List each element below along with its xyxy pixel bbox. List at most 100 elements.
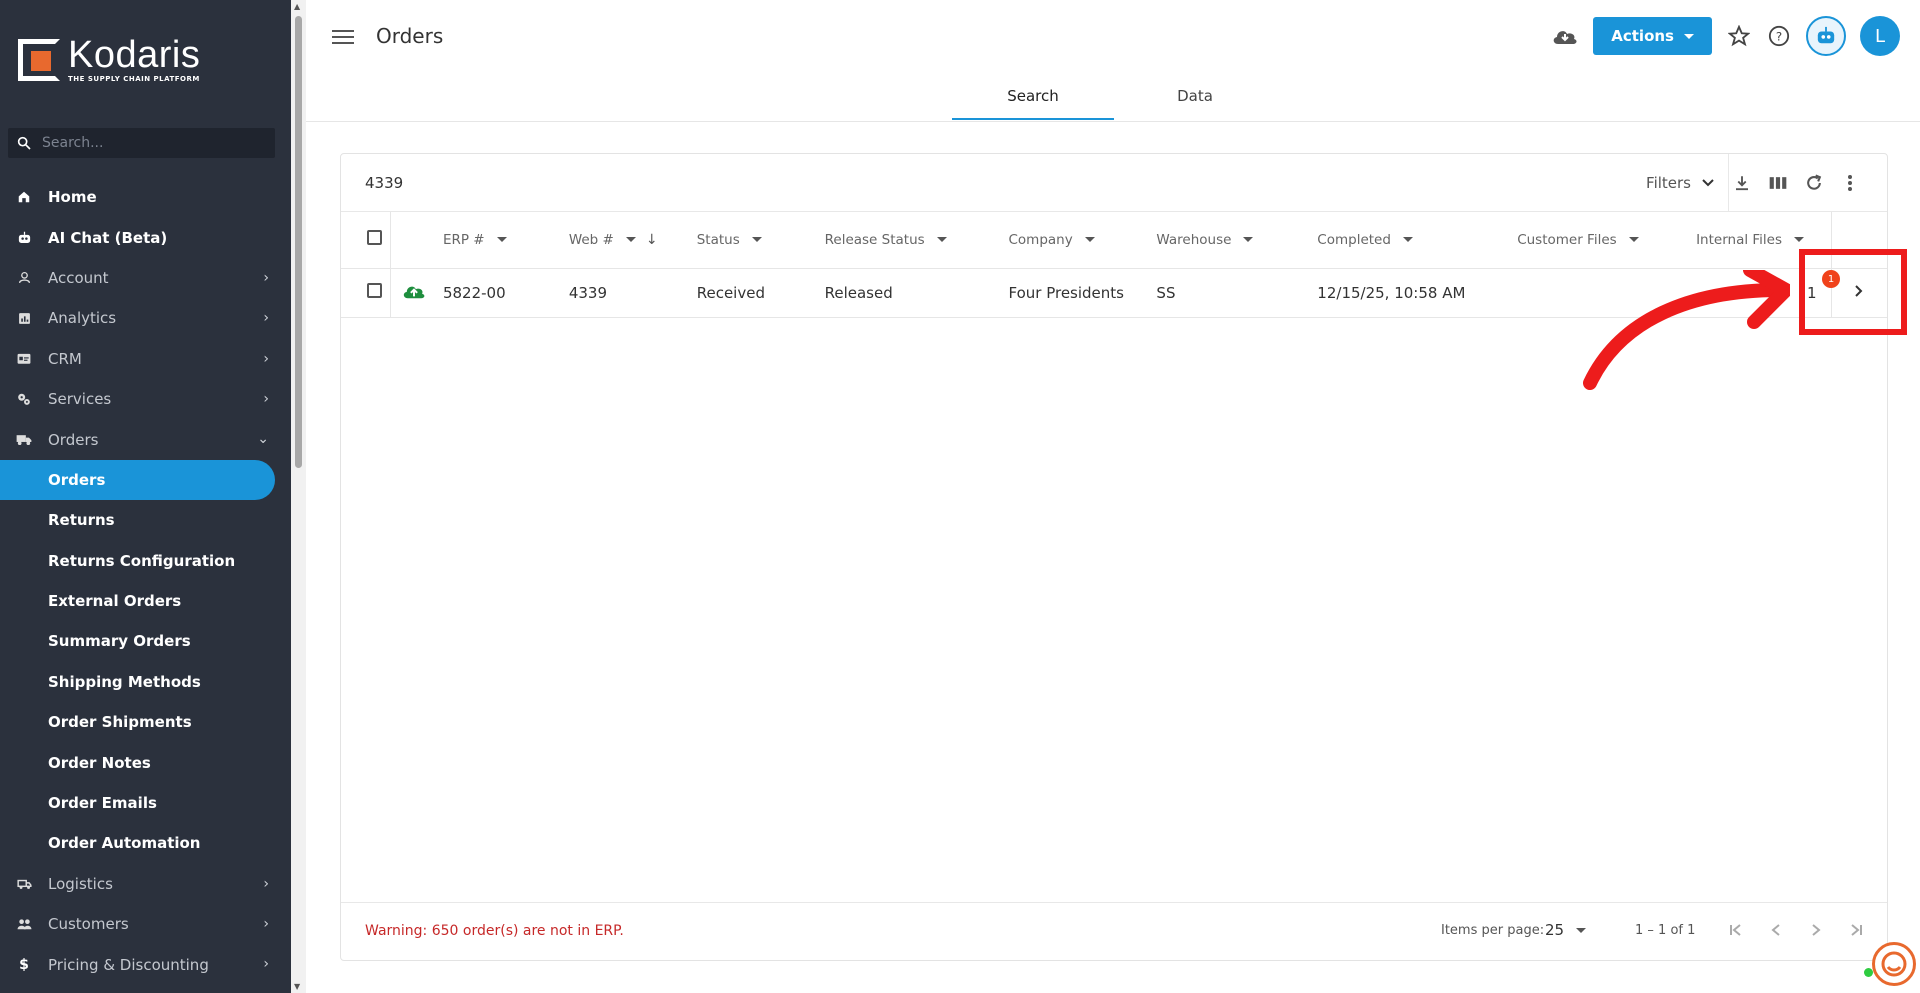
caret-down-icon [1084,237,1095,243]
sidebar-item-logistics[interactable]: Logistics › [0,864,291,904]
col-header-label: Internal Files [1696,231,1783,248]
ai-bot-icon[interactable] [1806,16,1846,56]
sidebar-subitem-label: Returns Configuration [48,551,236,570]
col-header-customer-files[interactable]: Customer Files [1517,212,1697,269]
top-header: Orders Actions ? L Search Data [306,0,1920,122]
chevron-right-icon: › [263,875,269,892]
erp-warning: Warning: 650 order(s) are not in ERP. [365,923,624,939]
col-header-company[interactable]: Company [1008,212,1157,269]
select-all-checkbox[interactable] [367,230,382,246]
items-per-page-select[interactable]: 25 [1545,921,1587,939]
sidebar-subitem-order-automation[interactable]: Order Automation [0,823,291,863]
cloud-download-icon[interactable] [1551,26,1579,46]
table-tools [1731,172,1861,194]
sidebar-subitem-external-orders[interactable]: External Orders [0,581,291,621]
sidebar-item-label: Services [48,390,112,409]
sidebar-item-orders[interactable]: Orders ⌄ [0,419,291,459]
col-header-web[interactable]: Web # ↓ [568,212,697,269]
sidebar-item-home[interactable]: Home [0,177,291,217]
sidebar-nav: Home AI Chat (Beta) Account › Analytics … [0,177,291,985]
col-header-status[interactable]: Status [696,212,825,269]
sidebar-item-pricing[interactable]: $ Pricing & Discounting › [0,944,291,984]
sidebar-subitem-returns-configuration[interactable]: Returns Configuration [0,541,291,581]
sidebar-item-ai-chat[interactable]: AI Chat (Beta) [0,217,291,257]
col-header-release-status[interactable]: Release Status [824,212,1009,269]
contact-card-icon [16,351,32,367]
next-page-icon[interactable] [1805,919,1827,941]
chevron-down-icon [1702,179,1714,187]
star-icon[interactable] [1726,23,1752,49]
kodaris-logo[interactable]: Kodaris THE SUPPLY CHAIN PLATFORM [18,36,200,83]
scrollbar-thumb[interactable] [295,16,302,468]
cell-completed: 12/15/25, 10:58 AM [1317,268,1518,318]
tab-search[interactable]: Search [952,76,1114,120]
page-title: Orders [376,24,444,48]
chevron-right-icon: › [263,269,269,286]
cell-status: Received [696,268,825,318]
prev-page-icon[interactable] [1765,919,1787,941]
home-icon [16,189,32,205]
brand-tagline: THE SUPPLY CHAIN PLATFORM [68,75,200,83]
cell-release-status: Released [824,268,1009,318]
col-header-label: ERP # [442,231,485,248]
col-header-completed[interactable]: Completed [1317,212,1518,269]
erp-sync-cell [390,268,443,318]
row-select-cell [341,268,392,318]
sidebar-item-label: CRM [48,349,82,368]
more-vert-icon[interactable] [1839,172,1861,194]
gears-icon [16,391,32,407]
sidebar-item-label: Analytics [48,309,117,328]
col-header-warehouse[interactable]: Warehouse [1156,212,1318,269]
col-header-label: Web # [568,231,614,248]
actions-button[interactable]: Actions [1593,17,1712,55]
sidebar-subitem-label: Order Notes [48,753,151,772]
col-header-erp[interactable]: ERP # [442,212,569,269]
sort-desc-icon: ↓ [645,231,658,248]
last-page-icon[interactable] [1845,919,1867,941]
help-icon[interactable]: ? [1766,23,1792,49]
columns-icon[interactable] [1767,172,1789,194]
svg-text:?: ? [1776,30,1782,44]
support-chat-icon[interactable] [1872,942,1916,986]
hamburger-menu-icon[interactable] [332,26,354,48]
sidebar-subitem-shipping-methods[interactable]: Shipping Methods [0,662,291,702]
sidebar-item-services[interactable]: Services › [0,379,291,419]
filters-toggle[interactable]: Filters [1646,174,1715,192]
sync-col-header [390,212,443,269]
sidebar: Kodaris THE SUPPLY CHAIN PLATFORM Home A… [0,0,291,993]
sidebar-subitem-order-emails[interactable]: Order Emails [0,783,291,823]
caret-down-icon [1402,237,1413,243]
actions-label: Actions [1611,27,1674,45]
caret-down-icon [1684,33,1694,39]
refresh-icon[interactable] [1803,172,1825,194]
sidebar-item-customers[interactable]: Customers › [0,904,291,944]
col-header-label: Customer Files [1517,231,1617,248]
tab-data[interactable]: Data [1114,76,1276,120]
sidebar-subitem-returns[interactable]: Returns [0,500,291,540]
scroll-up-icon[interactable]: ▲ [294,2,300,11]
sidebar-subitem-order-notes[interactable]: Order Notes [0,742,291,782]
sidebar-scrollbar[interactable]: ▲ ▼ [291,0,306,993]
sidebar-item-label: Home [48,188,97,207]
sidebar-search[interactable] [8,128,275,158]
sidebar-subitem-summary-orders[interactable]: Summary Orders [0,621,291,661]
row-checkbox[interactable] [367,283,382,298]
sidebar-item-crm[interactable]: CRM › [0,339,291,379]
sidebar-subitem-orders[interactable]: Orders [0,459,275,501]
caret-down-icon [625,237,636,243]
table-header-row: ERP # Web # ↓ Status Release Status Compa… [341,212,1887,269]
sidebar-item-label: Pricing & Discounting [48,955,209,974]
sidebar-subitem-order-shipments[interactable]: Order Shipments [0,702,291,742]
items-per-page-label: Items per page: [1441,923,1545,938]
sidebar-item-account[interactable]: Account › [0,258,291,298]
search-term[interactable]: 4339 [365,174,403,192]
caret-down-icon [1628,237,1639,243]
scroll-down-icon[interactable]: ▼ [294,982,300,991]
first-page-icon[interactable] [1725,919,1747,941]
person-icon [16,270,32,286]
download-icon[interactable] [1731,172,1753,194]
chevron-right-icon: › [263,350,269,367]
user-avatar[interactable]: L [1860,16,1900,56]
sidebar-item-analytics[interactable]: Analytics › [0,298,291,338]
sidebar-search-input[interactable] [42,135,262,151]
